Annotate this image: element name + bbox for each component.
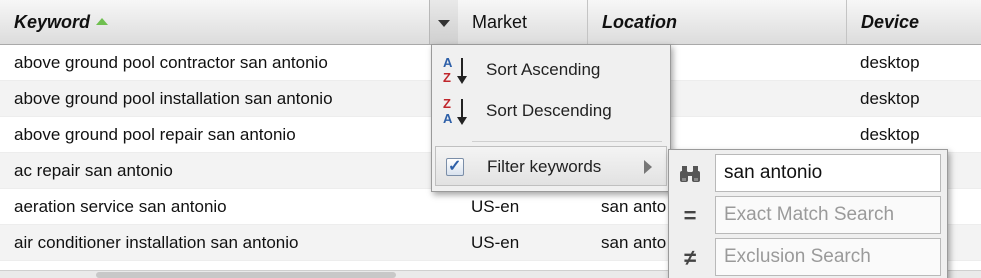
column-header-market[interactable]: Market <box>458 0 588 44</box>
menu-item-label: Sort Descending <box>486 101 612 120</box>
keyword-cell: above ground pool repair san antonio <box>14 125 296 144</box>
sort-descending-icon: Z A <box>443 96 467 126</box>
not-equal-icon: ≠ <box>683 245 697 270</box>
grid-header: Keyword Market Location Device <box>0 0 981 45</box>
svg-text:A: A <box>443 55 453 70</box>
svg-text:Z: Z <box>443 70 451 85</box>
device-cell: desktop <box>860 53 920 72</box>
column-menu-trigger-button[interactable] <box>429 0 458 44</box>
exact-match-row: = <box>669 196 947 236</box>
svg-text:Z: Z <box>443 96 451 111</box>
menu-item-label: Filter keywords <box>487 157 602 176</box>
exclusion-search-input[interactable] <box>715 238 941 276</box>
filter-checkbox[interactable]: ✓ <box>446 158 464 176</box>
contains-filter-row <box>669 154 947 194</box>
device-cell: desktop <box>860 125 920 144</box>
binoculars-icon <box>680 166 700 182</box>
column-header-label: Location <box>602 12 677 32</box>
keyword-cell: air conditioner installation san antonio <box>14 233 299 252</box>
exclusion-row: ≠ <box>669 238 947 278</box>
exact-match-search-input[interactable] <box>715 196 941 234</box>
svg-text:A: A <box>443 111 453 126</box>
keyword-cell: above ground pool installation san anton… <box>14 89 333 108</box>
equals-icon: = <box>683 203 697 228</box>
column-header-label: Device <box>861 12 920 32</box>
keyword-cell: aeration service san antonio <box>14 197 227 216</box>
scrollbar-thumb[interactable] <box>96 272 396 278</box>
device-cell: desktop <box>860 89 920 108</box>
sort-ascending-icon: A Z <box>443 55 467 85</box>
sort-ascending-indicator-icon <box>96 18 109 25</box>
column-menu: A Z Sort Ascending Z A Sort Descending ✓… <box>431 44 671 192</box>
column-header-device[interactable]: Device <box>847 0 981 44</box>
column-header-keyword[interactable]: Keyword <box>0 0 458 44</box>
filter-submenu: = ≠ <box>668 149 948 278</box>
column-header-label: Market <box>472 12 528 32</box>
column-header-label: Keyword <box>14 12 91 32</box>
contains-search-input[interactable] <box>715 154 941 192</box>
keyword-cell: above ground pool contractor san antonio <box>14 53 328 72</box>
menu-item-label: Sort Ascending <box>486 60 601 79</box>
submenu-arrow-icon <box>644 160 652 174</box>
checkmark-icon: ✓ <box>448 158 462 175</box>
sort-ascending-menu-item[interactable]: A Z Sort Ascending <box>432 50 670 90</box>
market-cell: US-en <box>471 197 520 216</box>
market-cell: US-en <box>471 233 520 252</box>
menu-separator <box>472 141 662 142</box>
keyword-cell: ac repair san antonio <box>14 161 173 180</box>
sort-descending-menu-item[interactable]: Z A Sort Descending <box>432 91 670 131</box>
column-header-location[interactable]: Location <box>588 0 847 44</box>
filter-keywords-menu-item[interactable]: ✓ Filter keywords <box>435 146 667 186</box>
